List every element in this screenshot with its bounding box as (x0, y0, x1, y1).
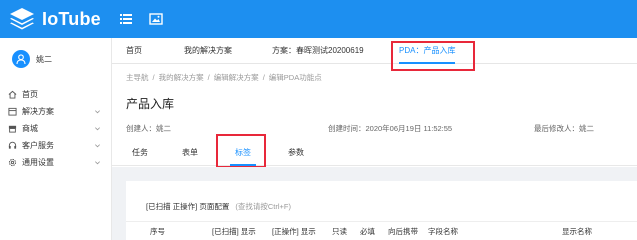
column-header: 必填 (360, 227, 375, 236)
sidebar-menu: 首页 解决方案 商城 客户服务 通用设置 (0, 86, 111, 171)
table-header: 序号 [已扫描] 显示 [正操作] 显示 只读 必填 向后携带 字段名称 显示名… (126, 221, 637, 240)
sidebar-item-label: 解决方案 (22, 107, 54, 116)
tab-labels[interactable]: 标签 (226, 142, 260, 166)
column-header: 只读 (332, 227, 347, 236)
calendar-icon (8, 107, 17, 116)
page-tab-home[interactable]: 首页 (126, 38, 142, 64)
settings-icon (8, 158, 17, 167)
breadcrumb-item: 编辑PDA功能点 (268, 73, 322, 82)
user-icon (16, 54, 26, 65)
search-hint: (查找请按Ctrl+F) (235, 202, 291, 211)
page-tab-my-solutions[interactable]: 我的解决方案 (184, 38, 232, 64)
creator-value: 姚二 (156, 124, 171, 133)
page-tab-solution[interactable]: 方案：春晖测试20200619 (272, 38, 364, 64)
column-header: [正操作] 显示 (272, 227, 316, 236)
breadcrumb-separator: / (262, 73, 265, 82)
menu-list-icon[interactable] (118, 11, 134, 27)
breadcrumb-item[interactable]: 编辑解决方案 (214, 73, 259, 82)
breadcrumb-item[interactable]: 我的解决方案 (159, 73, 204, 82)
sidebar-item-label: 商城 (22, 124, 38, 133)
sidebar-item-solutions[interactable]: 解决方案 (0, 103, 111, 120)
column-header: 向后携带 (388, 227, 418, 236)
chevron-down-icon (95, 127, 100, 131)
page-tab-pda[interactable]: PDA：产品入库 (399, 38, 456, 64)
content-area: [已扫描 正操作] 页面配置 (查找请按Ctrl+F) 序号 [已扫描] 显示 [… (112, 167, 637, 240)
user-name: 姚二 (36, 54, 52, 64)
modifier-info: 最后修改人：姚二 (534, 123, 594, 134)
image-icon[interactable] (148, 11, 164, 27)
sidebar-item-label: 客户服务 (22, 141, 54, 150)
modifier-label: 最后修改人： (534, 124, 579, 133)
sidebar-item-label: 通用设置 (22, 158, 54, 167)
page-title: 产品入库 (126, 97, 175, 111)
page-tab-bar: 首页 我的解决方案 方案：春晖测试20200619 PDA：产品入库 (112, 38, 637, 64)
breadcrumb-item[interactable]: 主导航 (126, 73, 149, 82)
breadcrumb-separator: / (152, 73, 155, 82)
app-name: IoTube (42, 8, 101, 29)
sidebar-item-settings[interactable]: 通用设置 (0, 154, 111, 171)
home-icon (8, 90, 17, 99)
config-toolbar: [已扫描 正操作] 页面配置 (查找请按Ctrl+F) (146, 201, 291, 212)
sidebar: 姚二 首页 解决方案 商城 客户服务 通用设置 (0, 38, 112, 240)
breadcrumb-separator: / (207, 73, 210, 82)
tab-form[interactable]: 表单 (180, 142, 200, 166)
main-content: 首页 我的解决方案 方案：春晖测试20200619 PDA：产品入库 主导航 / 我… (112, 38, 637, 240)
column-header: 显示名称 (562, 227, 592, 236)
sidebar-item-customer-service[interactable]: 客户服务 (0, 137, 111, 154)
chevron-down-icon (95, 144, 100, 148)
headset-icon (8, 141, 17, 149)
sidebar-item-home[interactable]: 首页 (0, 86, 111, 103)
created-time-label: 创建时间： (328, 124, 366, 133)
breadcrumb: 主导航 / 我的解决方案 / 编辑解决方案 / 编辑PDA功能点 (126, 72, 322, 83)
creator-label: 创建人： (126, 124, 156, 133)
tab-tasks[interactable]: 任务 (130, 142, 150, 166)
column-header: 字段名称 (428, 227, 458, 236)
modifier-value: 姚二 (579, 124, 594, 133)
store-icon (8, 125, 17, 133)
created-time-value: 2020年06月19日 11:52:55 (365, 124, 453, 133)
config-title: [已扫描 正操作] 页面配置 (146, 202, 230, 211)
avatar (12, 50, 30, 68)
tab-params[interactable]: 参数 (286, 142, 306, 166)
config-panel: [已扫描 正操作] 页面配置 (查找请按Ctrl+F) 序号 [已扫描] 显示 [… (126, 181, 637, 240)
column-header: [已扫描] 显示 (212, 227, 256, 236)
brand[interactable]: IoTube (8, 6, 101, 32)
sidebar-item-label: 首页 (22, 90, 38, 99)
creator-info: 创建人：姚二 (126, 123, 171, 134)
layers-logo-icon (10, 8, 34, 30)
top-bar: IoTube (0, 0, 637, 38)
user-profile[interactable]: 姚二 (12, 50, 52, 68)
chevron-down-icon (95, 161, 100, 165)
sidebar-item-store[interactable]: 商城 (0, 120, 111, 137)
column-header: 序号 (150, 227, 165, 236)
chevron-down-icon (95, 110, 100, 114)
created-time-info: 创建时间：2020年06月19日 11:52:55 (328, 123, 452, 134)
content-tabs: 任务 表单 标签 参数 (112, 142, 637, 166)
